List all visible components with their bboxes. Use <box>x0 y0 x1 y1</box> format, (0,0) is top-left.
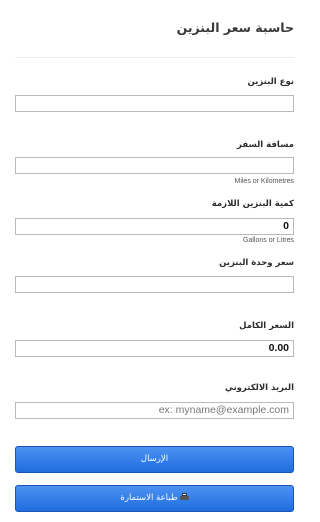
fuel-type-label: نوع البنزين <box>247 77 294 87</box>
title-divider <box>15 57 294 58</box>
submit-button[interactable]: الإرسال <box>15 446 294 473</box>
unit-price-input[interactable] <box>15 276 294 293</box>
unit-price-label: سعر وحدة البنزين <box>219 258 294 268</box>
form-title: حاسبة سعر البنزين <box>176 20 294 35</box>
printer-icon <box>179 493 189 501</box>
fuel-needed-hint: Gallons or Litres <box>243 237 294 244</box>
distance-hint: Miles or Kilometres <box>234 178 294 185</box>
email-label: البريد الالكتروني <box>224 383 294 393</box>
fuel-type-input[interactable] <box>15 95 294 112</box>
fuel-needed-label: كمية البنزين اللازمة <box>211 199 294 209</box>
form-page: حاسبة سعر البنزين نوع البنزين مسافة السف… <box>0 0 310 522</box>
total-price-label: السعر الكامل <box>239 321 294 331</box>
distance-input[interactable] <box>15 157 294 174</box>
distance-label: مسافة السفر <box>237 140 294 150</box>
print-button-label: طباعة الاستمارة <box>120 493 178 503</box>
fuel-needed-input[interactable]: 0 <box>15 218 294 235</box>
print-form-button[interactable]: طباعة الاستمارة <box>15 485 294 512</box>
total-price-input[interactable]: 0.00 <box>15 340 294 357</box>
submit-button-label: الإرسال <box>140 454 169 464</box>
email-input[interactable]: ex: myname@example.com <box>15 402 294 419</box>
